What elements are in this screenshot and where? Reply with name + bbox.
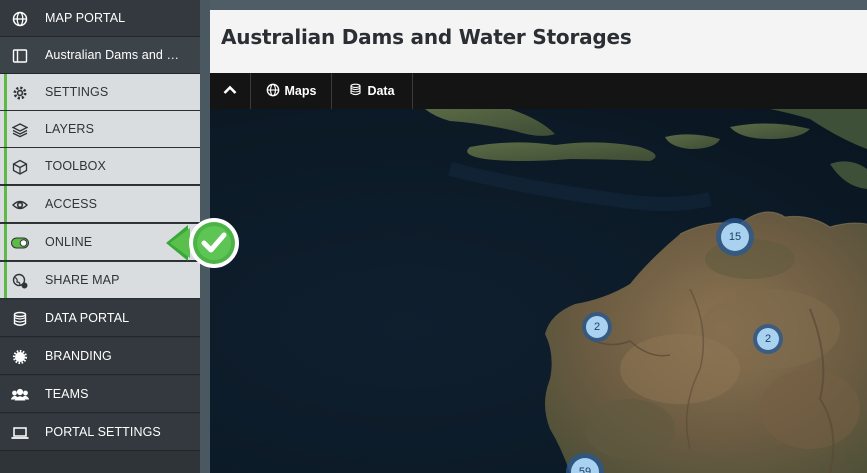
cluster-count: 2 [586, 316, 608, 338]
sidebar-item-label: PORTAL SETTINGS [45, 425, 161, 439]
sidebar-item-label: BRANDING [45, 349, 112, 363]
online-status-badge [164, 215, 240, 271]
cluster-count: 15 [721, 223, 749, 251]
eye-icon [11, 196, 29, 214]
data-button-label: Data [367, 84, 395, 98]
page-title: Australian Dams and Water Storages [221, 25, 632, 49]
maps-button[interactable]: Maps [251, 73, 332, 109]
map-cluster-marker[interactable]: 2 [753, 324, 783, 354]
toggle-icon [11, 234, 29, 252]
sidebar-item-settings[interactable]: SETTINGS [0, 74, 200, 111]
sidebar-item-teams[interactable]: TEAMS [0, 376, 200, 413]
map-cluster-marker[interactable]: 2 [582, 312, 612, 342]
cluster-count: 2 [757, 328, 779, 350]
sidebar-item-label: Australian Dams and Water Storages [45, 48, 190, 62]
globe-icon [266, 83, 280, 100]
users-icon [11, 386, 29, 404]
data-button[interactable]: Data [332, 73, 413, 109]
sidebar-item-branding[interactable]: BRANDING [0, 338, 200, 375]
sidebar-item-label: LAYERS [45, 122, 95, 136]
collapse-toolbar-button[interactable] [210, 73, 251, 109]
map-panel-icon [11, 47, 29, 65]
chevron-up-icon [223, 84, 237, 98]
globe-icon [11, 10, 29, 28]
sidebar-item-label: MAP PORTAL [45, 11, 126, 25]
sidebar-item-layers[interactable]: LAYERS [0, 111, 200, 148]
sidebar-item-map-portal[interactable]: MAP PORTAL [0, 0, 200, 37]
sidebar-item-label: TOOLBOX [45, 159, 106, 173]
layers-icon [11, 121, 29, 139]
sidebar-item-toolbox[interactable]: TOOLBOX [0, 148, 200, 185]
badge-icon [11, 348, 29, 366]
database-icon [349, 82, 362, 100]
map-cluster-marker[interactable]: 15 [716, 218, 754, 256]
sidebar-item-label: SHARE MAP [45, 273, 120, 287]
laptop-icon [11, 424, 29, 442]
sidebar-item-label: ACCESS [45, 197, 98, 211]
sidebar-item-current-map[interactable]: Australian Dams and Water Storages [0, 37, 200, 74]
box-icon [11, 158, 29, 176]
database-icon [11, 310, 29, 328]
sidebar-item-label: DATA PORTAL [45, 311, 130, 325]
sidebar-item-portal-settings[interactable]: PORTAL SETTINGS [0, 414, 200, 451]
map-toolbar: Maps Data [210, 73, 867, 109]
maps-button-label: Maps [284, 84, 317, 98]
cluster-count: 59 [571, 458, 599, 473]
gear-icon [11, 84, 29, 102]
sidebar-item-label: TEAMS [45, 387, 89, 401]
satellite-terrain [425, 109, 867, 473]
map-view[interactable]: 15 2 2 59 [210, 109, 867, 473]
sidebar-item-label: SETTINGS [45, 85, 109, 99]
page-header: Australian Dams and Water Storages [210, 10, 867, 73]
checkmark-badge-icon [166, 218, 239, 268]
top-accent-bar [210, 0, 867, 10]
sidebar-item-data-portal[interactable]: DATA PORTAL [0, 300, 200, 337]
share-globe-icon [11, 272, 29, 290]
